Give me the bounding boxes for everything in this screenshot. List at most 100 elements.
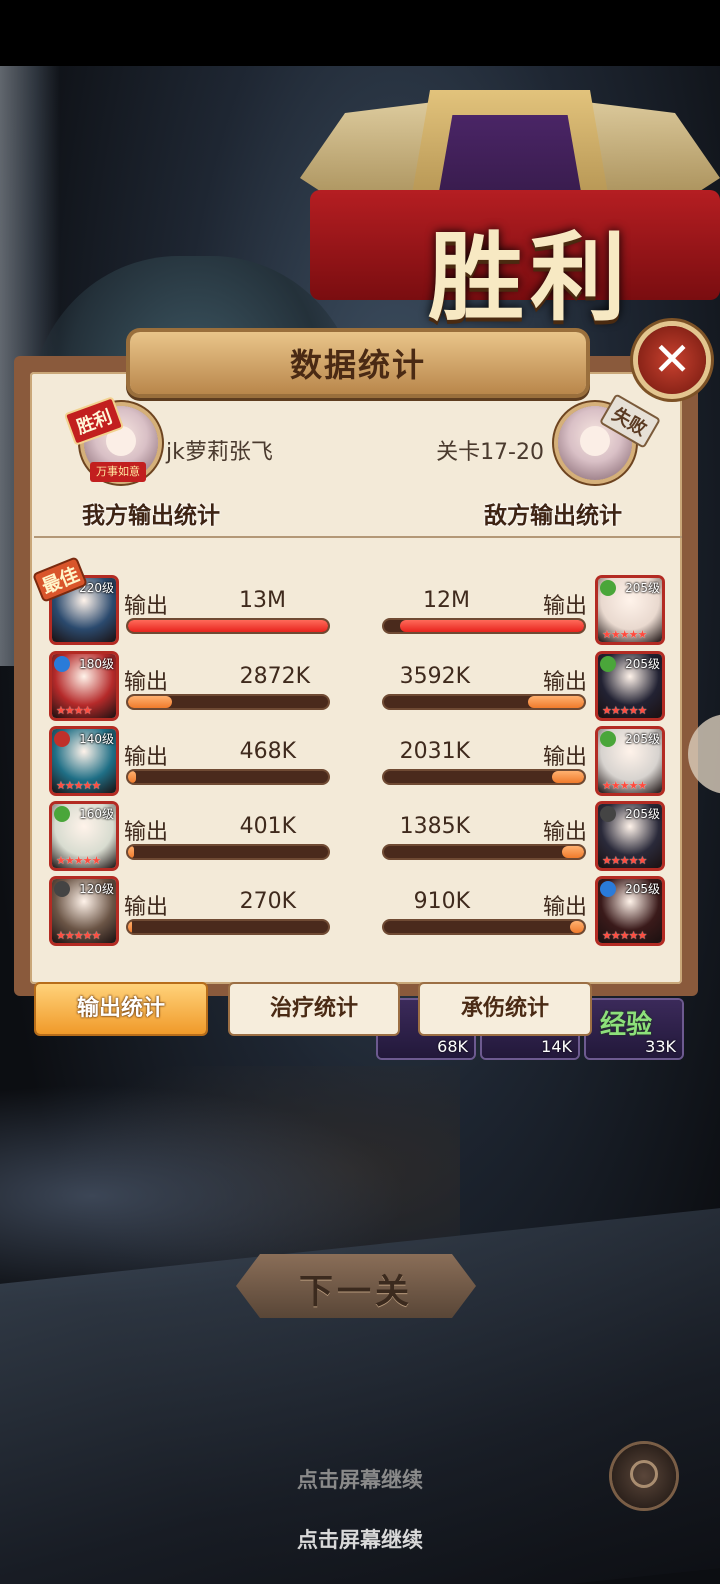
- enemy-hero-portrait[interactable]: 205级 ★★★★★: [598, 654, 662, 718]
- bar-fill: [570, 921, 584, 933]
- hero-level: 140级: [79, 732, 114, 746]
- hero-level: 205级: [625, 882, 660, 896]
- stat-row: 120级 ★★★★★ 输出 270K 910K 输出 205级 ★★★★★: [0, 879, 720, 949]
- exp-label: 经验: [600, 1010, 653, 1040]
- enemy-side-label: 敌方输出统计: [484, 503, 622, 529]
- element-icon: [600, 806, 616, 822]
- stat-row: 180级 ★★★★ 输出 2872K 3592K 输出 205级 ★★★★★: [0, 654, 720, 724]
- player-output-bar: [128, 771, 328, 783]
- stage-label: 关卡17-20: [436, 440, 544, 465]
- output-label: 输出: [543, 745, 588, 770]
- player-side-label: 我方输出统计: [82, 503, 220, 529]
- output-label: 输出: [124, 670, 169, 695]
- bar-fill: [128, 696, 172, 708]
- reward-amount: 68K: [437, 1037, 468, 1056]
- enemy-hero-portrait[interactable]: 205级 ★★★★★: [598, 879, 662, 943]
- output-value: 270K: [239, 889, 296, 914]
- element-icon: [54, 731, 70, 747]
- stats-chart-icon[interactable]: [612, 1444, 676, 1508]
- dialog-title: 数据统计: [289, 346, 426, 384]
- hero-level: 180级: [79, 657, 114, 671]
- divider: [34, 536, 682, 538]
- element-icon: [54, 881, 70, 897]
- output-value: 12M: [423, 588, 470, 613]
- player-hero-portrait[interactable]: 120级 ★★★★★: [52, 879, 116, 943]
- enemy-hero-portrait[interactable]: 205级 ★★★★★: [598, 729, 662, 793]
- next-stage-label[interactable]: 下一关: [236, 1264, 476, 1313]
- output-label: 输出: [124, 895, 169, 920]
- victory-emblem: 胜利: [300, 80, 720, 370]
- output-value: 910K: [413, 889, 470, 914]
- player-hero-portrait[interactable]: 140级 ★★★★★: [52, 729, 116, 793]
- hero-level: 120级: [79, 882, 114, 896]
- avatar-face: [580, 426, 610, 456]
- enemy-hero-portrait[interactable]: 205级 ★★★★★: [598, 804, 662, 868]
- element-icon: [600, 731, 616, 747]
- stat-row: 220级 输出 13M 12M 输出 205级 ★★★★★: [0, 578, 720, 648]
- star-rating: ★★★★★: [602, 779, 647, 792]
- hero-level: 205级: [625, 657, 660, 671]
- output-value: 3592K: [399, 664, 470, 689]
- hero-level: 205级: [625, 807, 660, 821]
- star-rating: ★★★★★: [602, 628, 647, 641]
- enemy-output-bar: [384, 696, 584, 708]
- enemy-output-bar: [384, 846, 584, 858]
- output-value: 13M: [239, 588, 286, 613]
- bar-fill: [128, 921, 132, 933]
- output-value: 468K: [239, 739, 296, 764]
- output-label: 输出: [543, 820, 588, 845]
- player-output-bar: [128, 696, 328, 708]
- enemy-output-bar: [384, 771, 584, 783]
- star-rating: ★★★★★: [602, 704, 647, 717]
- tap-to-continue[interactable]: 点击屏幕继续: [0, 1524, 720, 1554]
- player-output-bar: [128, 921, 328, 933]
- output-value: 2872K: [239, 664, 310, 689]
- tab-output-stats[interactable]: 输出统计: [36, 984, 206, 1034]
- bar-fill: [128, 771, 136, 783]
- player-hero-portrait[interactable]: 160级 ★★★★★: [52, 804, 116, 868]
- hero-level: 205级: [625, 732, 660, 746]
- bar-fill: [552, 771, 584, 783]
- element-icon: [600, 881, 616, 897]
- star-rating: ★★★★★: [56, 779, 101, 792]
- star-rating: ★★★★★: [602, 929, 647, 942]
- tab-damage-taken-stats[interactable]: 承伤统计: [420, 984, 590, 1034]
- bar-fill: [562, 846, 584, 858]
- element-icon: [600, 656, 616, 672]
- enemy-output-bar: [384, 620, 584, 632]
- output-label: 输出: [543, 895, 588, 920]
- output-label: 输出: [543, 594, 588, 619]
- victory-title: 胜利: [428, 221, 632, 334]
- bar-fill: [128, 846, 134, 858]
- output-value: 2031K: [399, 739, 470, 764]
- output-value: 1385K: [399, 814, 470, 839]
- bar-fill: [528, 696, 584, 708]
- reward-amount: 33K: [645, 1037, 676, 1056]
- enemy-hero-portrait[interactable]: 205级 ★★★★★: [598, 578, 662, 642]
- player-name: jk萝莉张飞: [166, 440, 273, 465]
- element-icon: [54, 656, 70, 672]
- output-value: 401K: [239, 814, 296, 839]
- enemy-output-bar: [384, 921, 584, 933]
- star-rating: ★★★★: [56, 704, 92, 717]
- stat-row: 160级 ★★★★★ 输出 401K 1385K 输出 205级 ★★★★★: [0, 804, 720, 874]
- output-label: 输出: [543, 670, 588, 695]
- output-label: 输出: [124, 820, 169, 845]
- hero-level: 205级: [625, 581, 660, 595]
- star-rating: ★★★★★: [56, 854, 101, 867]
- player-output-bar: [128, 620, 328, 632]
- player-banner: 万事如意: [90, 462, 146, 482]
- tab-heal-stats[interactable]: 治疗统计: [230, 984, 398, 1034]
- bar-fill: [128, 620, 328, 632]
- player-output-bar: [128, 846, 328, 858]
- reward-tile-exp: 经验 33K: [586, 1000, 682, 1058]
- bar-fill: [400, 620, 584, 632]
- output-label: 输出: [124, 745, 169, 770]
- player-hero-portrait[interactable]: 180级 ★★★★: [52, 654, 116, 718]
- reward-amount: 14K: [541, 1037, 572, 1056]
- pie-chart-glyph: [630, 1460, 658, 1488]
- element-icon: [54, 806, 70, 822]
- star-rating: ★★★★★: [56, 929, 101, 942]
- element-icon: [600, 580, 616, 596]
- close-button[interactable]: ✕: [638, 326, 706, 394]
